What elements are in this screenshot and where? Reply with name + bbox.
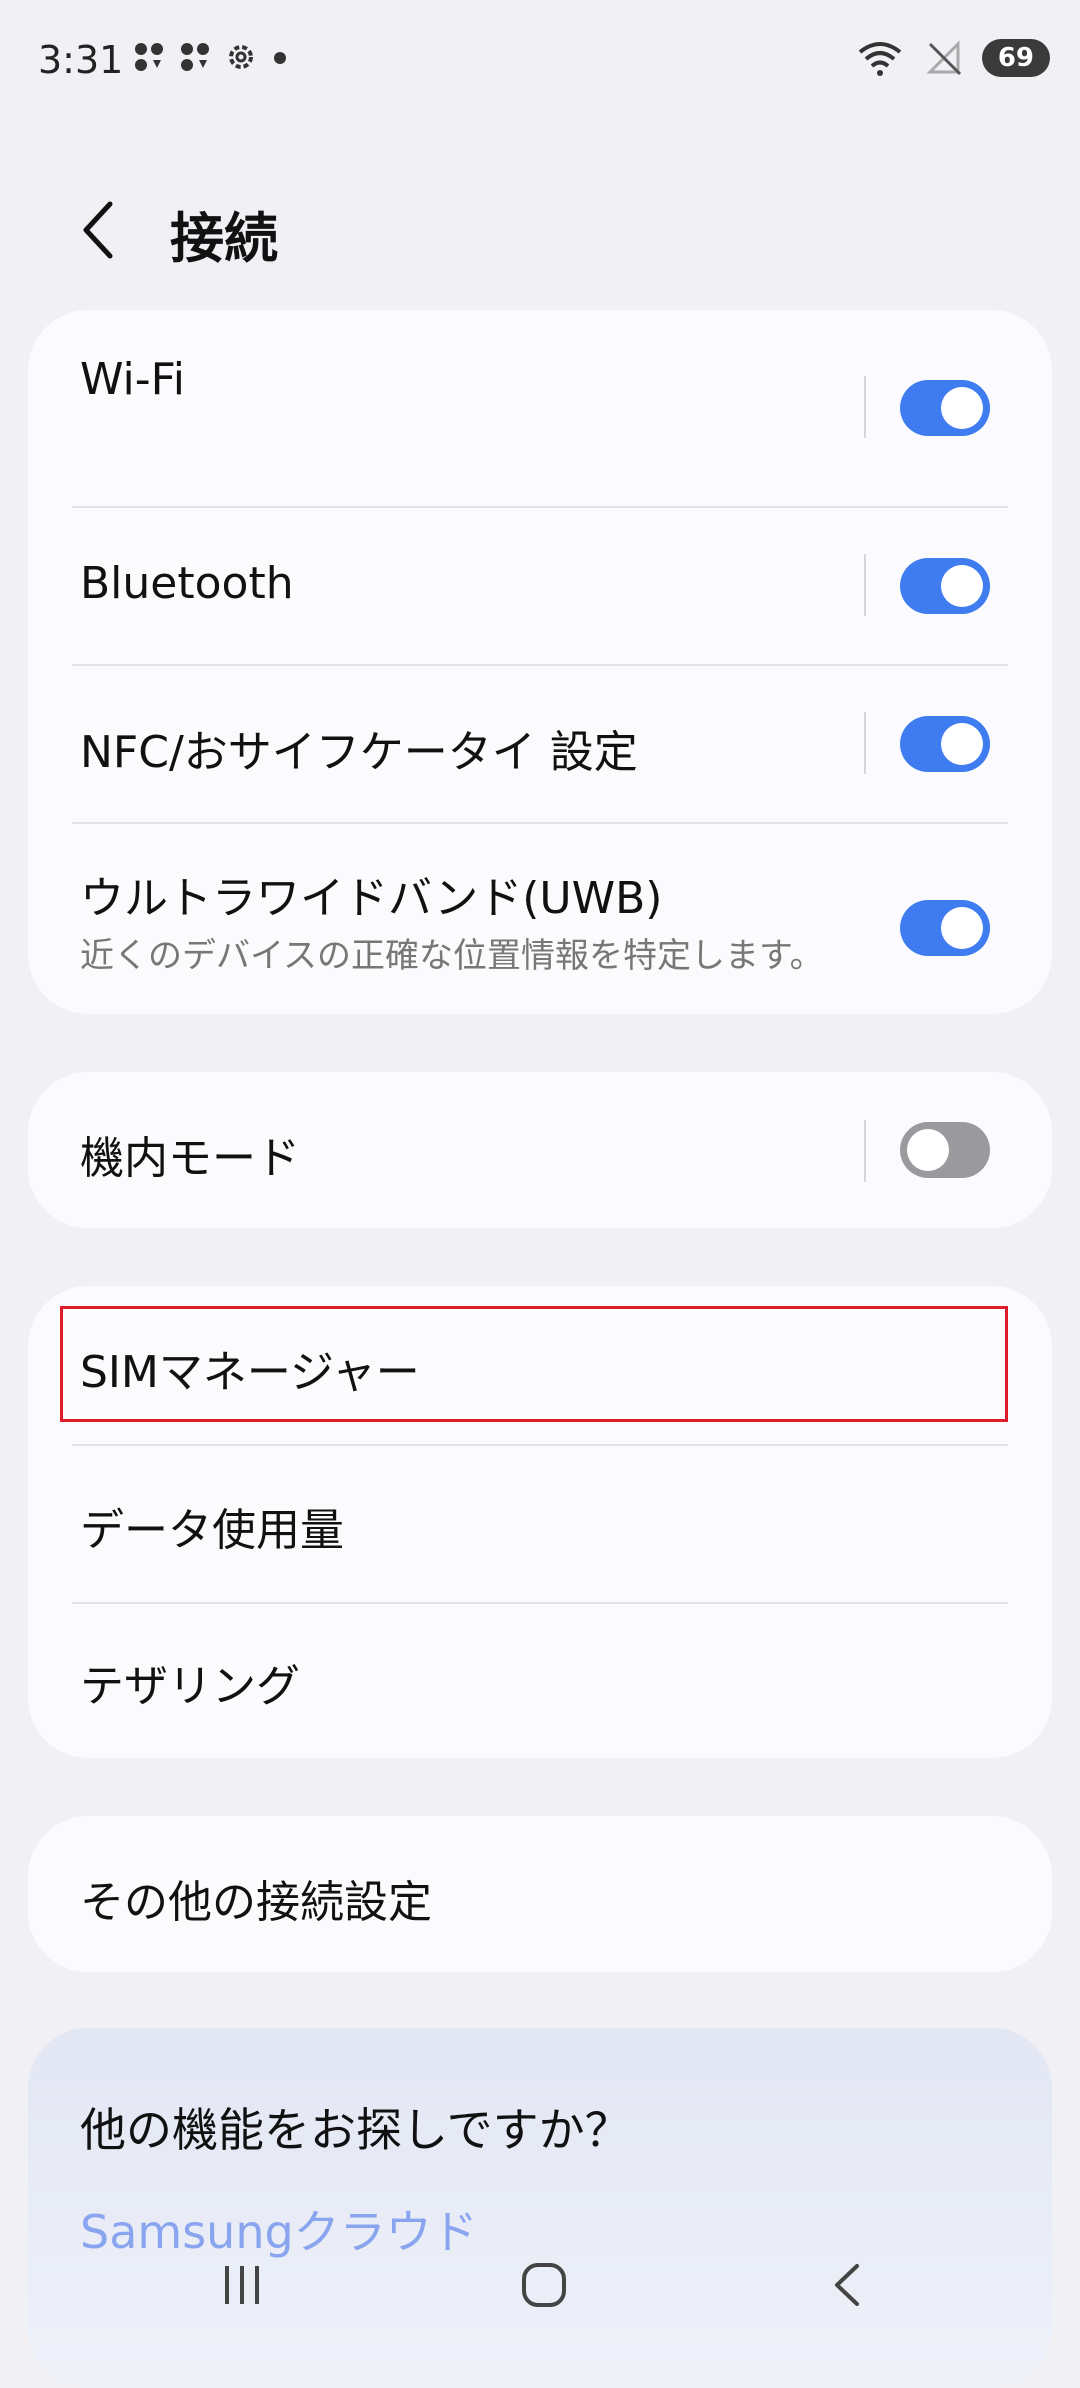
status-bar: 3:31 69	[0, 0, 1080, 120]
tethering-row[interactable]: テザリング	[28, 1602, 1052, 1758]
uwb-label: ウルトラワイドバンド(UWB)	[80, 873, 663, 924]
row-separator	[864, 1120, 866, 1182]
airplane-card: 機内モード	[28, 1072, 1052, 1228]
wifi-row[interactable]: Wi-Fi	[28, 310, 1052, 506]
row-separator	[864, 376, 866, 438]
battery-level: 69	[981, 39, 1050, 77]
more-settings-card: その他の接続設定	[28, 1816, 1052, 1972]
recent-apps-icon	[225, 2266, 259, 2304]
dot-icon	[274, 52, 286, 64]
wifi-icon	[858, 42, 902, 76]
bluetooth-toggle[interactable]	[900, 558, 990, 614]
airplane-label: 機内モード	[80, 1133, 300, 1184]
network-card: SIMマネージャー データ使用量 テザリング	[28, 1286, 1052, 1758]
page-title: 接続	[170, 207, 278, 270]
app-notification-icon	[135, 43, 163, 71]
uwb-row[interactable]: ウルトラワイドバンド(UWB) 近くのデバイスの正確な位置情報を特定します。	[28, 822, 1052, 1014]
tethering-label: テザリング	[80, 1661, 300, 1712]
airplane-row[interactable]: 機内モード	[28, 1072, 1052, 1228]
uwb-toggle[interactable]	[900, 900, 990, 956]
airplane-toggle[interactable]	[900, 1122, 990, 1178]
more-settings-label: その他の接続設定	[80, 1877, 432, 1928]
more-settings-row[interactable]: その他の接続設定	[28, 1816, 1052, 1972]
back-button[interactable]	[70, 190, 130, 270]
recent-apps-button[interactable]	[202, 2250, 282, 2320]
row-separator	[864, 712, 866, 774]
no-signal-icon	[926, 40, 961, 76]
navigation-bar	[0, 2230, 1080, 2340]
nfc-label: NFC/おサイフケータイ 設定	[80, 727, 638, 778]
notification-icons	[132, 40, 290, 74]
wifi-label: Wi-Fi	[80, 354, 185, 405]
connections-card: Wi-Fi Bluetooth NFC/おサイフケータイ 設定 ウルトラワイドバ…	[28, 310, 1052, 1014]
row-separator	[864, 554, 866, 616]
bluetooth-label: Bluetooth	[80, 558, 294, 609]
gear-icon	[229, 45, 253, 69]
chevron-left-icon	[83, 201, 113, 259]
home-icon	[522, 2263, 566, 2307]
nfc-row[interactable]: NFC/おサイフケータイ 設定	[28, 664, 1052, 822]
wifi-toggle[interactable]	[900, 380, 990, 436]
sim-manager-row[interactable]: SIMマネージャー	[28, 1286, 1052, 1444]
home-button[interactable]	[504, 2250, 584, 2320]
app-notification-icon	[181, 43, 209, 71]
data-usage-label: データ使用量	[80, 1505, 344, 1556]
sim-manager-label: SIMマネージャー	[80, 1347, 420, 1398]
bluetooth-row[interactable]: Bluetooth	[28, 506, 1052, 664]
data-usage-row[interactable]: データ使用量	[28, 1444, 1052, 1602]
status-time: 3:31	[38, 38, 124, 82]
suggestions-title: 他の機能をお探しですか？	[80, 2103, 631, 2157]
back-icon	[835, 2264, 859, 2306]
nav-back-button[interactable]	[808, 2250, 888, 2320]
system-status-icons: 69	[856, 38, 1050, 78]
nfc-toggle[interactable]	[900, 716, 990, 772]
uwb-subtitle: 近くのデバイスの正確な位置情報を特定します。	[80, 936, 824, 976]
page-header: 接続	[0, 180, 1080, 280]
